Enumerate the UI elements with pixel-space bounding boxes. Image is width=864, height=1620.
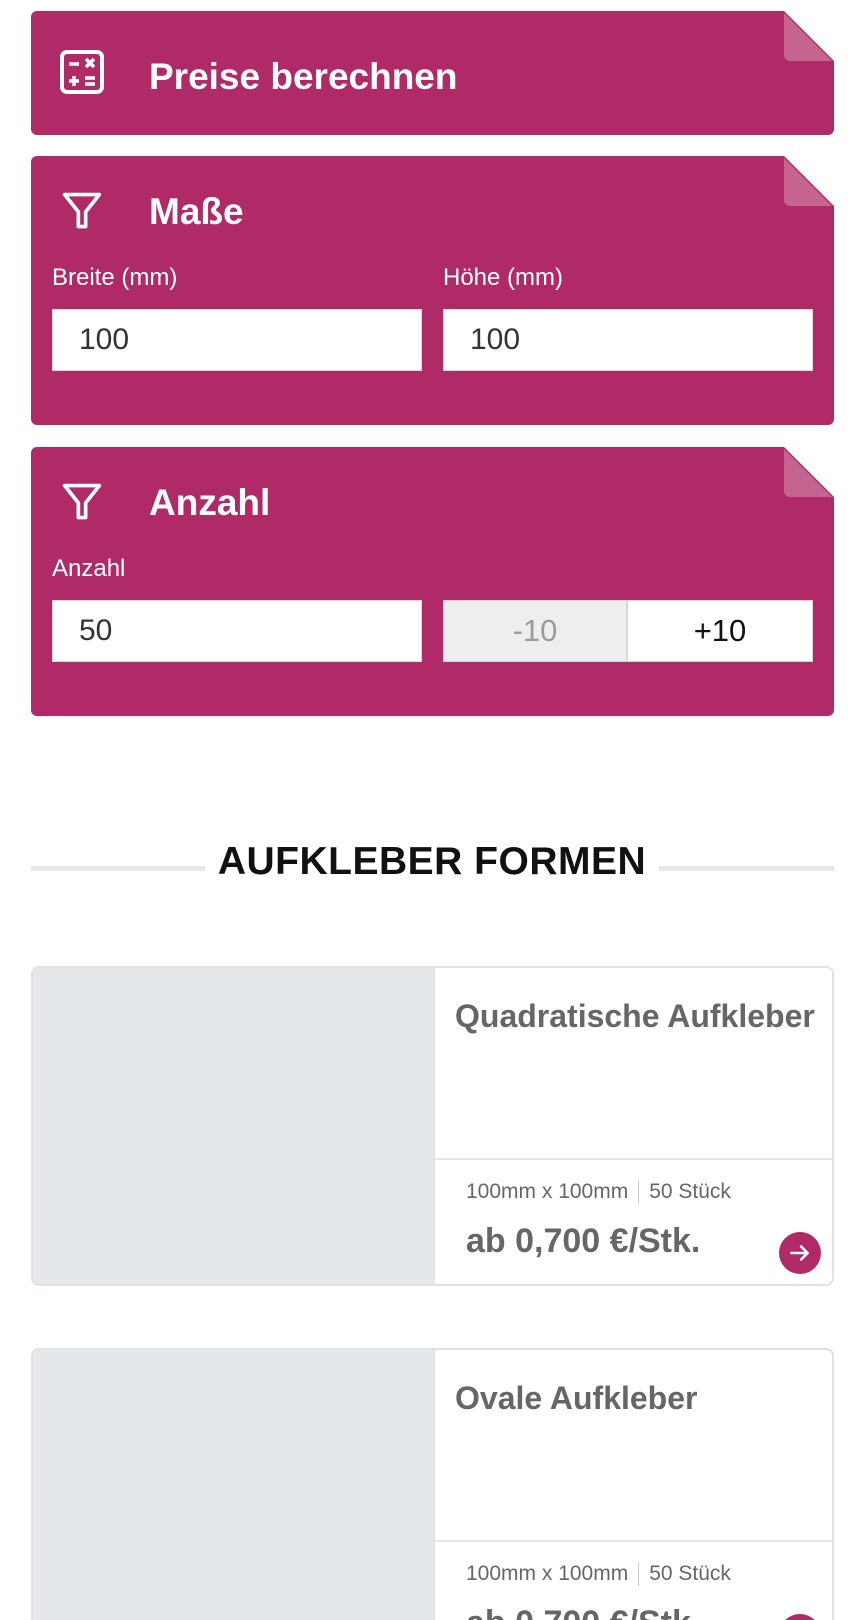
quantity-input[interactable] (52, 600, 422, 662)
product-card[interactable]: Quadratische Aufkleber 100mm x 100mm 50 S… (31, 966, 834, 1286)
product-title[interactable]: Quadratische Aufkleber (455, 998, 815, 1035)
card-divider (435, 1540, 832, 1542)
product-price: ab 0,700 €/Stk. (466, 1222, 701, 1260)
section-title: AUFKLEBER FORMEN (217, 840, 647, 883)
panel-corner-fold (782, 11, 834, 63)
section-divider-right (659, 866, 834, 871)
arrow-right-icon[interactable] (779, 1232, 821, 1274)
calc-panel[interactable]: Preise berechnen (31, 11, 834, 135)
quantity-panel: Anzahl Anzahl -10 +10 (31, 447, 834, 716)
product-quantity: 50 Stück (649, 1562, 731, 1585)
product-card[interactable]: Ovale Aufkleber 100mm x 100mm 50 Stück ab… (31, 1348, 834, 1620)
product-size: 100mm x 100mm (466, 1180, 629, 1203)
dimensions-panel: Maße Breite (mm) Höhe (mm) (31, 156, 834, 425)
width-input[interactable] (52, 309, 422, 371)
product-image-placeholder (33, 1350, 435, 1620)
meta-separator (638, 1180, 640, 1205)
quantity-panel-title: Anzahl (149, 482, 271, 523)
arrow-right-glyph (790, 1245, 809, 1261)
product-price: ab 0,700 €/Stk. (466, 1604, 700, 1620)
quantity-label: Anzahl (52, 555, 126, 582)
product-title[interactable]: Ovale Aufkleber (455, 1380, 697, 1417)
panel-corner-fold (782, 447, 834, 499)
quantity-plus-button[interactable]: +10 (627, 600, 813, 662)
product-meta: 100mm x 100mm 50 Stück (466, 1562, 731, 1587)
filter-icon (62, 483, 102, 520)
width-label: Breite (mm) (52, 264, 178, 291)
product-size: 100mm x 100mm (466, 1562, 629, 1585)
height-label: Höhe (mm) (443, 264, 564, 291)
dimensions-panel-title: Maße (149, 191, 244, 232)
panel-corner-fold (782, 156, 834, 208)
product-image-placeholder (33, 968, 435, 1284)
calculator-icon (60, 50, 104, 94)
filter-icon (62, 192, 102, 229)
product-quantity: 50 Stück (649, 1180, 731, 1203)
quantity-minus-button[interactable]: -10 (443, 600, 627, 662)
height-input[interactable] (443, 309, 813, 371)
page: Preise berechnen Maße Breite (mm) Höhe (… (0, 0, 864, 1620)
card-divider (435, 1158, 832, 1160)
product-meta: 100mm x 100mm 50 Stück (466, 1180, 731, 1205)
meta-separator (638, 1562, 640, 1587)
calc-panel-title: Preise berechnen (149, 56, 458, 97)
arrow-right-icon[interactable] (779, 1614, 821, 1620)
